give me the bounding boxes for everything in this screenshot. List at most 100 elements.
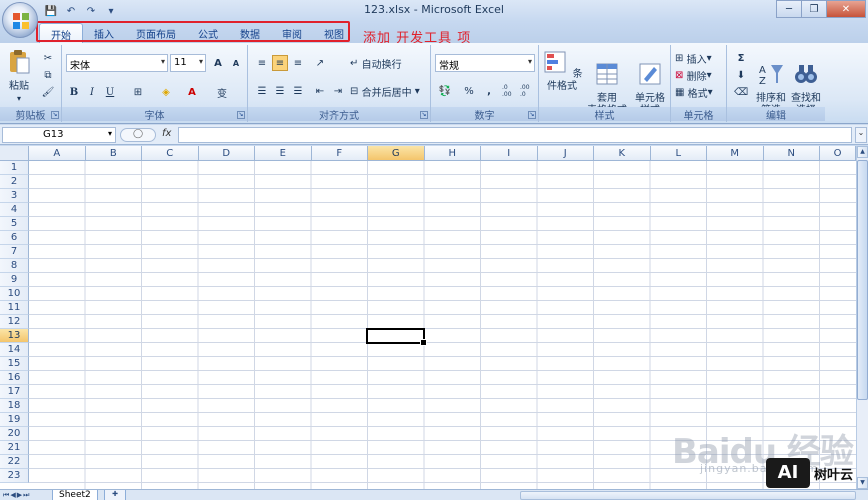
font-color-icon[interactable]: A — [184, 84, 200, 100]
formula-input[interactable] — [178, 127, 852, 143]
next-sheet-icon[interactable]: ▶ — [17, 491, 22, 500]
fill-color-icon[interactable]: ◈ — [158, 84, 174, 100]
column-header-C[interactable]: C — [142, 146, 199, 161]
column-header-F[interactable]: F — [311, 146, 368, 161]
underline-button[interactable]: U — [102, 84, 118, 100]
column-header-M[interactable]: M — [707, 146, 764, 161]
active-cell-G13[interactable] — [366, 328, 427, 346]
shrink-font-button[interactable]: A — [228, 55, 244, 71]
tab-page-layout[interactable]: 页面布局 — [125, 23, 187, 43]
font-size-select[interactable]: 11 ▾ — [170, 54, 206, 72]
row-header-17[interactable]: 17 — [0, 385, 29, 399]
cut-icon[interactable]: ✂ — [40, 50, 56, 66]
row-header-19[interactable]: 19 — [0, 413, 29, 427]
column-header-H[interactable]: H — [424, 146, 481, 161]
expand-formula-bar-icon[interactable]: ⌄ — [855, 127, 867, 143]
row-header-15[interactable]: 15 — [0, 357, 29, 371]
currency-icon[interactable]: 💱 — [437, 83, 453, 99]
minimize-button[interactable]: ─ — [776, 0, 802, 18]
column-header-L[interactable]: L — [650, 146, 707, 161]
autosum-button[interactable]: Σ — [733, 50, 749, 66]
format-painter-icon[interactable]: 🖌 — [40, 84, 56, 100]
align-center-icon[interactable]: ☰ — [272, 83, 288, 99]
row-header-16[interactable]: 16 — [0, 371, 29, 385]
restore-button[interactable]: ❐ — [801, 0, 827, 18]
delete-cells-button[interactable]: ⊠ 删除 ▾ — [675, 67, 712, 83]
column-header-O[interactable]: O — [820, 146, 856, 161]
column-header-K[interactable]: K — [594, 146, 651, 161]
align-bottom-icon[interactable]: ≡ — [290, 55, 306, 71]
align-left-icon[interactable]: ☰ — [254, 83, 270, 99]
format-cells-button[interactable]: ▦ 格式 ▾ — [675, 84, 713, 100]
first-sheet-icon[interactable]: ⏮ — [3, 491, 9, 500]
copy-icon[interactable]: ⧉ — [40, 67, 56, 83]
column-header-I[interactable]: I — [481, 146, 538, 161]
row-header-22[interactable]: 22 — [0, 455, 29, 469]
tab-home[interactable]: 开始 — [39, 23, 83, 43]
clipboard-launcher-icon[interactable]: ↘ — [51, 111, 59, 119]
row-header-7[interactable]: 7 — [0, 245, 29, 259]
italic-button[interactable]: I — [84, 84, 100, 100]
row-header-18[interactable]: 18 — [0, 399, 29, 413]
row-header-8[interactable]: 8 — [0, 259, 29, 273]
increase-indent-icon[interactable]: ⇥ — [330, 83, 346, 99]
paste-dropdown-icon[interactable]: ▾ — [4, 93, 34, 105]
row-header-20[interactable]: 20 — [0, 427, 29, 441]
tab-view[interactable]: 视图 — [313, 23, 355, 43]
row-header-10[interactable]: 10 — [0, 287, 29, 301]
borders-icon[interactable]: ⊞ — [130, 84, 146, 100]
alignment-launcher-icon[interactable]: ↘ — [420, 111, 428, 119]
row-header-9[interactable]: 9 — [0, 273, 29, 287]
sheet-tab-active[interactable]: Sheet2 — [52, 490, 98, 500]
office-button[interactable] — [2, 2, 38, 38]
row-header-6[interactable]: 6 — [0, 231, 29, 245]
bold-button[interactable]: B — [66, 84, 82, 100]
wrap-text-button[interactable]: ↵ 自动换行 — [350, 55, 402, 71]
number-format-select[interactable]: 常规 ▾ — [435, 54, 535, 72]
row-header-23[interactable]: 23 — [0, 469, 29, 483]
number-launcher-icon[interactable]: ↘ — [528, 111, 536, 119]
row-header-2[interactable]: 2 — [0, 175, 29, 189]
last-sheet-icon[interactable]: ⏭ — [23, 491, 29, 500]
decrease-indent-icon[interactable]: ⇤ — [312, 83, 328, 99]
prev-sheet-icon[interactable]: ◀ — [10, 491, 15, 500]
increase-decimal-button[interactable]: .0 .00 — [501, 83, 519, 99]
row-header-3[interactable]: 3 — [0, 189, 29, 203]
font-name-select[interactable]: 宋体 ▾ — [66, 54, 168, 72]
row-header-12[interactable]: 12 — [0, 315, 29, 329]
align-middle-icon[interactable]: ≡ — [272, 55, 288, 71]
insert-function-button[interactable]: fx — [162, 128, 171, 139]
row-header-4[interactable]: 4 — [0, 203, 29, 217]
vertical-scroll-thumb[interactable] — [857, 160, 868, 400]
chevron-down-icon[interactable]: ▾ — [108, 129, 112, 138]
column-header-J[interactable]: J — [537, 146, 594, 161]
row-header-11[interactable]: 11 — [0, 301, 29, 315]
column-header-G[interactable]: G — [368, 146, 425, 161]
column-header-E[interactable]: E — [255, 146, 312, 161]
orientation-icon[interactable]: ↗ — [312, 55, 328, 71]
percent-button[interactable]: % — [461, 83, 477, 99]
row-header-1[interactable]: 1 — [0, 161, 29, 175]
conditional-format-button[interactable]: 条件格式 — [541, 49, 583, 93]
row-header-14[interactable]: 14 — [0, 343, 29, 357]
tab-formulas[interactable]: 公式 — [187, 23, 229, 43]
column-header-A[interactable]: A — [29, 146, 86, 161]
row-header-5[interactable]: 5 — [0, 217, 29, 231]
font-launcher-icon[interactable]: ↘ — [237, 111, 245, 119]
close-button[interactable]: ✕ — [826, 0, 866, 18]
vertical-scrollbar[interactable]: ▲ ▼ — [856, 146, 868, 489]
grow-font-button[interactable]: A — [210, 55, 226, 71]
tab-review[interactable]: 审阅 — [271, 23, 313, 43]
column-header-B[interactable]: B — [85, 146, 142, 161]
clear-icon[interactable]: ⌫ — [733, 84, 749, 100]
fill-icon[interactable]: ⬇ — [733, 67, 749, 83]
row-header-21[interactable]: 21 — [0, 441, 29, 455]
phonetic-button[interactable]: 变 — [214, 84, 230, 100]
insert-sheet-icon[interactable]: ✚ — [104, 490, 126, 500]
tab-data[interactable]: 数据 — [229, 23, 271, 43]
horizontal-scrollbar[interactable] — [520, 491, 856, 500]
column-header-D[interactable]: D — [198, 146, 255, 161]
paste-button[interactable]: 粘贴 ▾ — [4, 49, 34, 105]
formula-bar-splitter[interactable]: ◯ — [120, 128, 156, 142]
scroll-up-icon[interactable]: ▲ — [857, 146, 868, 158]
